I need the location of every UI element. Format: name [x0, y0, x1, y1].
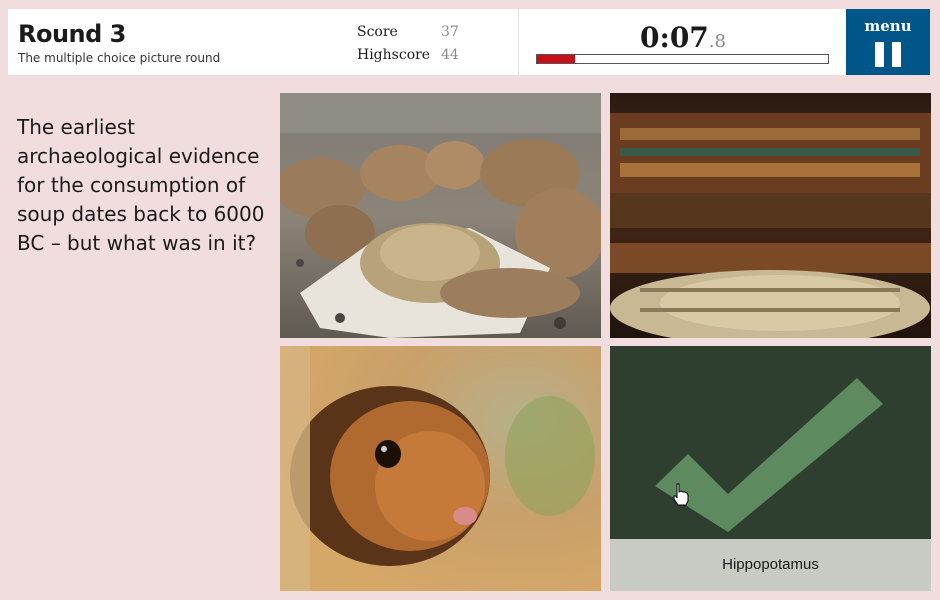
answer-tile-mummy[interactable] — [610, 93, 931, 338]
mummy-photo — [610, 93, 931, 338]
hamster-photo — [280, 346, 601, 591]
hand-cursor-icon — [673, 483, 689, 506]
timer-progress-bar — [536, 54, 829, 64]
highscore-label: Highscore — [357, 47, 431, 63]
menu-label: menu — [864, 17, 912, 35]
score-value: 37 — [441, 24, 459, 40]
timer-progress-fill — [537, 55, 575, 63]
answer-caption: Hippopotamus — [610, 539, 931, 591]
question-text: The earliest archaeological evidence for… — [17, 115, 265, 255]
answer-tile-camels[interactable] — [280, 93, 601, 338]
header-bar: Round 3 The multiple choice picture roun… — [8, 9, 930, 75]
camels-photo — [280, 93, 601, 338]
answer-tile-hamster[interactable] — [280, 346, 601, 591]
menu-button[interactable]: menu — [846, 9, 930, 75]
round-subtitle: The multiple choice picture round — [18, 51, 221, 65]
header-divider — [518, 9, 519, 75]
answer-label: Hippopotamus — [722, 556, 819, 573]
answer-tile-hippopotamus[interactable]: Hippopotamus — [610, 346, 931, 591]
timer-seconds: 0:07 — [640, 21, 709, 54]
round-title: Round 3 — [18, 20, 126, 48]
check-icon — [655, 378, 883, 532]
highscore-value: 44 — [441, 47, 459, 63]
score-label: Score — [357, 24, 398, 40]
timer-tenths: .8 — [708, 31, 726, 52]
timer: 0:07.8 — [640, 21, 726, 54]
pause-icon — [875, 42, 901, 67]
